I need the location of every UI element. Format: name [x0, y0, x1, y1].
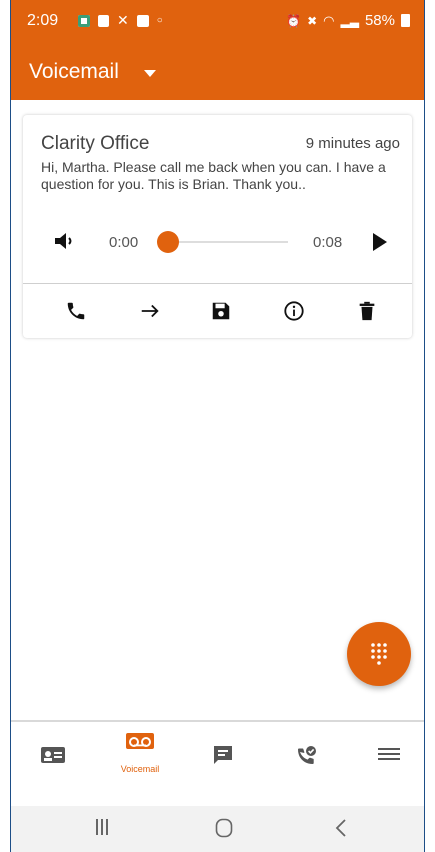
system-navigation-bar [11, 806, 424, 852]
voicemail-time-ago: 9 minutes ago [305, 135, 400, 152]
contact-card-icon [40, 744, 66, 769]
playback-track[interactable] [168, 241, 288, 243]
mute-icon: ✖ [307, 13, 318, 28]
volume-icon[interactable] [53, 230, 75, 257]
battery-icon [401, 14, 410, 27]
card-divider [23, 283, 412, 284]
forward-arrow-icon[interactable] [136, 297, 164, 325]
playback-position: 0:00 [109, 234, 139, 251]
nav-messages[interactable] [193, 722, 253, 806]
nav-voicemail-label: Voicemail [120, 764, 160, 774]
playback-duration: 0:08 [313, 234, 343, 251]
small-dot-notification-icon: ○ [156, 15, 163, 26]
wifi-icon: ◠ [323, 12, 335, 28]
status-bar: 2:09 ✕ ○ ⏰ ✖ ◠ ▂▃ 58% [11, 0, 424, 44]
voicemail-transcript: Hi, Martha. Please call me back when you… [41, 159, 386, 192]
status-time: 2:09 [27, 12, 59, 29]
status-right-icons: ⏰ ✖ ◠ ▂▃ 58% [286, 12, 410, 29]
card-actions [23, 287, 412, 335]
dialpad-fab-button[interactable] [347, 622, 411, 686]
nav-menu[interactable] [359, 722, 419, 806]
back-icon[interactable] [334, 818, 348, 843]
play-icon[interactable] [373, 233, 387, 251]
audio-player: 0:00 0:08 [23, 225, 412, 259]
nav-contacts[interactable] [23, 722, 83, 806]
call-back-icon[interactable] [62, 297, 90, 325]
playback-thumb[interactable] [157, 231, 179, 253]
phone-frame: 2:09 ✕ ○ ⏰ ✖ ◠ ▂▃ 58% Voicemail Clarity … [10, 0, 425, 852]
bottom-navigation: Voicemail [11, 720, 424, 808]
nav-call-history[interactable] [277, 722, 337, 806]
dialpad-icon [371, 643, 387, 665]
signal-icon: ▂▃ [340, 13, 359, 28]
info-icon[interactable] [280, 297, 308, 325]
status-notification-icons: ✕ ○ [78, 12, 163, 29]
hamburger-menu-icon [376, 744, 402, 769]
delete-trash-icon[interactable] [353, 297, 381, 325]
chat-message-icon [212, 744, 234, 771]
alarm-icon: ⏰ [286, 13, 302, 28]
app-bar: Voicemail [11, 44, 424, 100]
voicemail-icon [125, 732, 155, 755]
battery-percent: 58% [364, 12, 395, 29]
nav-voicemail[interactable]: Voicemail [110, 722, 170, 806]
voicemail-card[interactable]: Clarity Office 9 minutes ago Hi, Martha.… [23, 115, 412, 338]
task-notification-icon [136, 14, 149, 27]
calendar-notification-icon [78, 14, 90, 27]
voicemail-caller: Clarity Office [41, 133, 150, 154]
phone-check-icon [295, 744, 319, 773]
page-title-dropdown[interactable]: Voicemail [29, 60, 119, 84]
home-icon[interactable] [215, 818, 233, 843]
save-disk-icon[interactable] [207, 297, 235, 325]
missed-call-notification-icon: ✕ [117, 12, 129, 28]
map-notification-icon [98, 14, 109, 27]
recent-apps-icon[interactable] [95, 818, 109, 841]
chevron-down-icon[interactable] [144, 70, 156, 77]
